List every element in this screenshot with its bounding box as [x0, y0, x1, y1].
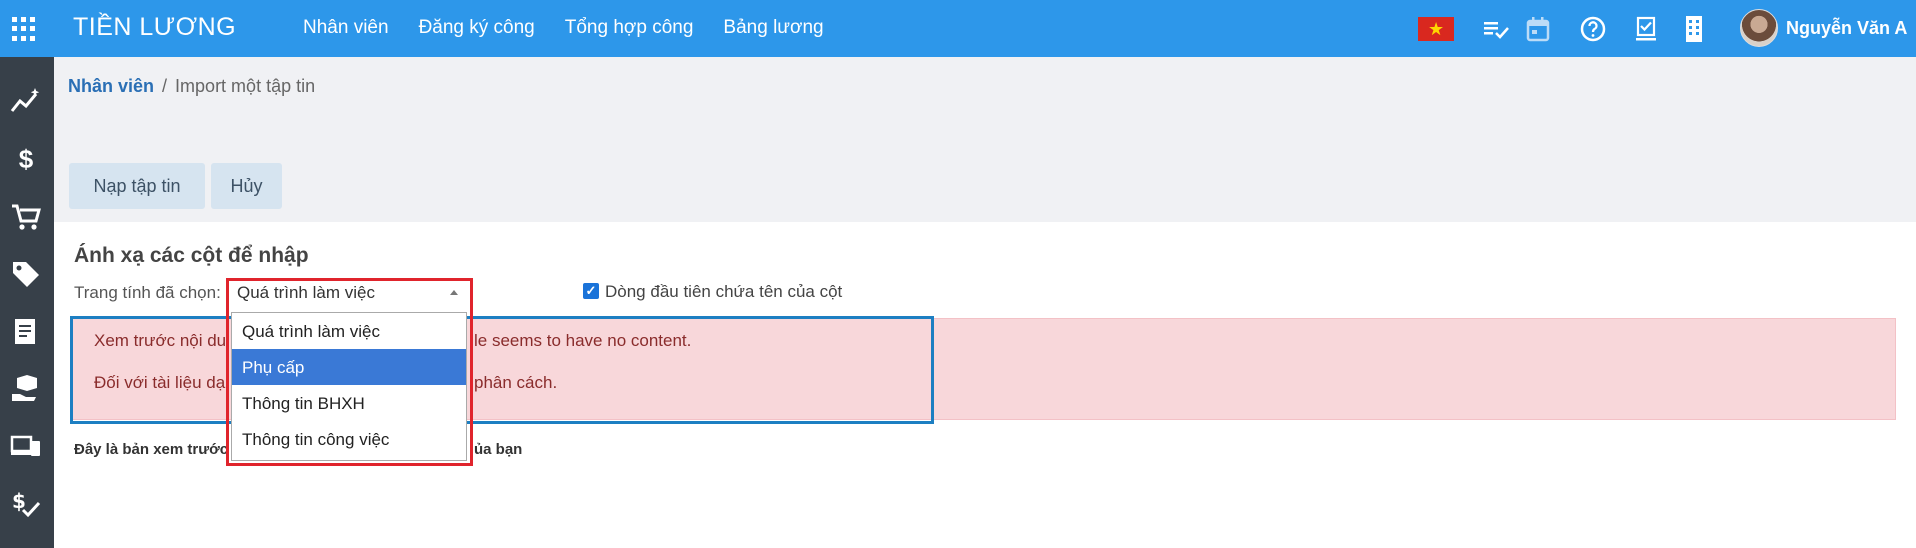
box-hand-icon[interactable]: [9, 372, 43, 406]
nav-item-nhan-vien[interactable]: Nhân viên: [303, 17, 389, 39]
cart-icon[interactable]: [9, 200, 43, 234]
preview-note-end: ủa bạn: [474, 441, 523, 458]
breadcrumb-current: Import một tập tin: [175, 76, 316, 96]
dropdown-highlight-frame: [226, 278, 473, 466]
top-nav: Nhân viên Đăng ký công Tổng hợp công Bản…: [303, 17, 854, 39]
user-name[interactable]: Nguyễn Văn A: [1786, 18, 1907, 39]
money-check-icon[interactable]: $: [9, 487, 43, 521]
building-icon[interactable]: [1679, 14, 1709, 44]
nav-item-bang-luong[interactable]: Bảng lương: [723, 17, 823, 39]
mapping-title: Ánh xạ các cột để nhập: [74, 244, 309, 267]
dollar-icon[interactable]: $: [9, 142, 43, 176]
help-icon[interactable]: [1578, 14, 1608, 44]
apps-grid-icon[interactable]: [12, 17, 36, 41]
user-avatar[interactable]: [1740, 9, 1778, 47]
header-row-label[interactable]: Dòng đầu tiên chứa tên của cột: [605, 282, 842, 302]
breadcrumb-link-nhan-vien[interactable]: Nhân viên: [68, 76, 154, 96]
app-brand[interactable]: TIỀN LƯƠNG: [73, 13, 236, 42]
breadcrumb-separator: /: [162, 76, 168, 96]
top-bar: TIỀN LƯƠNG Nhân viên Đăng ký công Tổng h…: [0, 0, 1916, 57]
devices-icon[interactable]: [9, 429, 43, 463]
load-file-button[interactable]: Nạp tập tin: [69, 163, 205, 209]
vietnam-flag-icon[interactable]: ★: [1418, 17, 1454, 41]
approval-icon[interactable]: [1631, 14, 1661, 44]
alert-highlight-frame: [70, 316, 934, 424]
sidebar: $ $: [0, 57, 54, 548]
tag-icon[interactable]: [9, 257, 43, 291]
nav-item-tong-hop-cong[interactable]: Tổng hợp công: [565, 17, 694, 39]
header-row-checkbox[interactable]: ✓: [583, 283, 599, 299]
receipt-icon[interactable]: [9, 315, 43, 349]
cancel-button[interactable]: Hủy: [211, 163, 282, 209]
nav-item-dang-ky-cong[interactable]: Đăng ký công: [419, 17, 535, 39]
preview-note-start: Đây là bản xem trước: [74, 441, 229, 458]
chart-trend-icon[interactable]: [9, 85, 43, 119]
sheet-label: Trang tính đã chọn:: [74, 283, 221, 302]
breadcrumb: Nhân viên / Import một tập tin: [68, 76, 315, 97]
checklist-icon[interactable]: [1481, 14, 1511, 44]
calendar-icon[interactable]: [1523, 14, 1553, 44]
